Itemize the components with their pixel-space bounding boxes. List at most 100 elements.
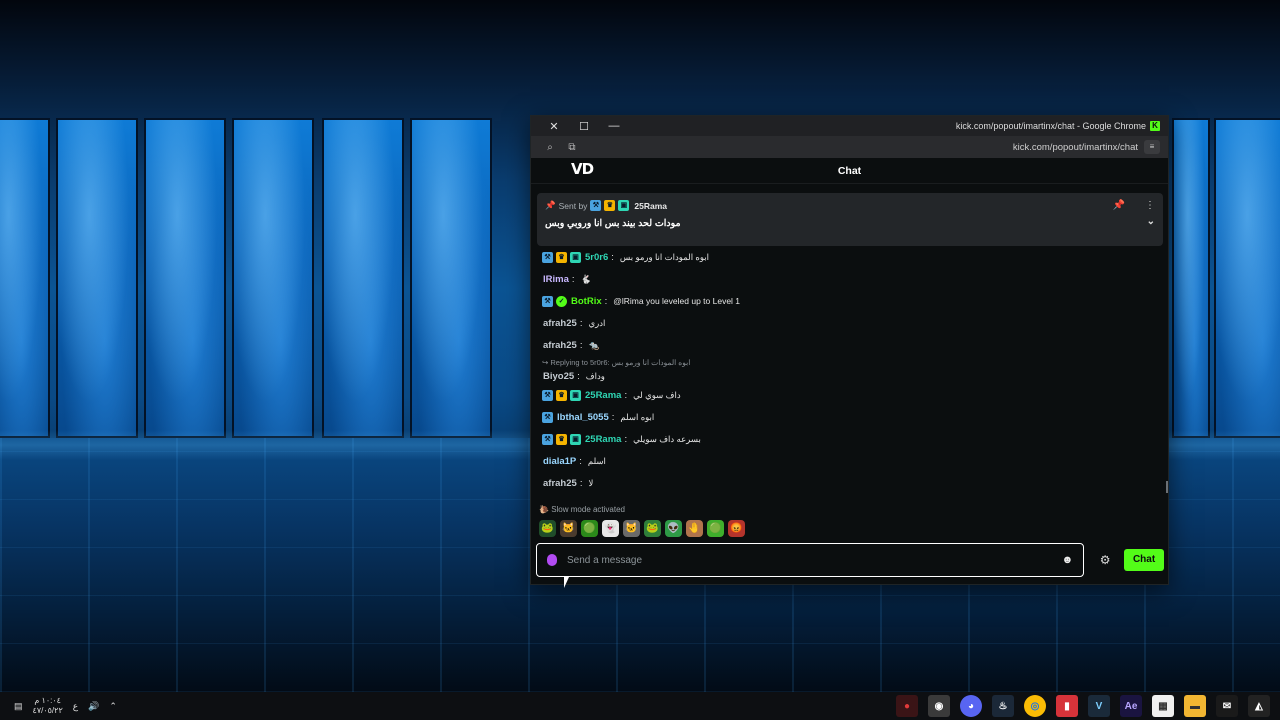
message-username[interactable]: afrah25: [543, 318, 577, 329]
slow-mode-text: Slow mode activated: [551, 505, 626, 514]
cast-icon[interactable]: ⧉: [561, 142, 583, 153]
file-explorer-icon[interactable]: ▬: [1184, 695, 1206, 717]
moderator-badge-icon: ⚒: [590, 200, 602, 211]
close-icon[interactable]: ✕: [539, 120, 569, 133]
vd-logo: VD: [571, 160, 594, 178]
more-options-icon[interactable]: ⋮: [1145, 200, 1155, 211]
message-list: ⚒ ♛ ▣ 5r0r6: ابوه المودات انا ورمو بس lR…: [537, 246, 1157, 494]
reply-text: Replying to 5r0r6: ابوه المودات انا ورمو…: [550, 357, 691, 367]
subscriber-badge-icon: ▣: [570, 251, 581, 263]
red-tool-icon[interactable]: ▮: [1056, 695, 1078, 717]
alien-emote-icon[interactable]: 👽: [665, 520, 682, 537]
language-indicator[interactable]: ع: [73, 701, 78, 712]
mail-icon[interactable]: ✉: [1216, 695, 1238, 717]
message-username[interactable]: BotRix: [571, 296, 602, 307]
scrollbar[interactable]: [1166, 481, 1168, 493]
subscriber-badge-icon: ▣: [570, 389, 581, 401]
message-text: ادري: [588, 317, 606, 328]
site-settings-icon[interactable]: ≡: [1144, 140, 1160, 154]
cat-emote-icon[interactable]: 🐱: [560, 520, 577, 537]
message-username[interactable]: 25Rama: [585, 434, 621, 445]
wallpaper-panel: [232, 118, 314, 438]
zoom-icon[interactable]: ⌕: [539, 142, 561, 153]
kick-emote-icon[interactable]: 🟢: [581, 520, 598, 537]
crown-badge-icon: ♛: [556, 433, 567, 445]
frog-emote-icon[interactable]: 🐸: [539, 520, 556, 537]
frog-green-emote-icon[interactable]: 🐸: [644, 520, 661, 537]
message-username[interactable]: diala1P: [543, 456, 576, 467]
unpin-icon[interactable]: 📌: [1113, 200, 1125, 211]
message-emote: 🐀: [588, 339, 600, 350]
message-text: وداف: [585, 370, 605, 381]
url-text[interactable]: kick.com/popout/imartinx/chat: [1013, 142, 1138, 153]
window-title-text: kick.com/popout/imartinx/chat - Google C…: [955, 121, 1146, 131]
chat-settings-gear-icon[interactable]: ⚙: [1098, 553, 1112, 567]
address-bar: ⌕ ⧉ kick.com/popout/imartinx/chat ≡: [531, 136, 1168, 158]
colon: :: [611, 251, 614, 263]
pinned-message[interactable]: 📌 Sent by ⚒ ♛ ▣ 25Rama 📌 ⋮ مودات لحد بين…: [537, 193, 1163, 246]
cat-face-emote-icon[interactable]: 🐱: [623, 520, 640, 537]
verified-badge-icon: ✓: [556, 295, 567, 307]
message-text: اسلم: [587, 455, 606, 466]
kick-logo-icon: K: [1150, 121, 1160, 131]
message-username[interactable]: Biyo25: [543, 371, 574, 382]
message-username[interactable]: afrah25: [543, 478, 577, 489]
send-chat-button[interactable]: Chat: [1124, 549, 1164, 571]
mic-icon[interactable]: [547, 554, 557, 566]
kick-green-emote-icon[interactable]: 🟢: [707, 520, 724, 537]
clock-time: ١٠:٠٤ م: [34, 696, 61, 705]
message-username[interactable]: 25Rama: [585, 390, 621, 401]
chrome-icon[interactable]: ◎: [1024, 695, 1046, 717]
message-username[interactable]: lRima: [543, 274, 569, 285]
title-bar: ✕ ☐ — kick.com/popout/imartinx/chat - Go…: [531, 116, 1168, 136]
pinned-user[interactable]: 25Rama: [634, 201, 667, 211]
wallpaper-panel: [1214, 118, 1280, 438]
message-text: ابوه اسلم: [620, 411, 655, 422]
wallpaper-panel: [1172, 118, 1210, 438]
pinned-apps: ● ◉ ◕ ♨ ◎ ▮ V Ae ▦ ▬ ✉ ◭: [896, 695, 1280, 717]
message-username[interactable]: afrah25: [543, 340, 577, 351]
notification-icon[interactable]: ▤: [14, 701, 23, 712]
ml-app-icon[interactable]: ◭: [1248, 695, 1270, 717]
chat-message: ⚒ lbthal_5055: ابوه اسلم: [537, 406, 1157, 428]
taskbar: ▤ ١٠:٠٤ م ٤٧/٠٥/٢٢ ع 🔊 ⌃ ● ◉ ◕ ♨ ◎ ▮ V A…: [0, 692, 1280, 720]
chat-message: afrah25: 🐀: [537, 334, 1157, 356]
colon: :: [579, 339, 583, 351]
vegas-icon[interactable]: V: [1088, 695, 1110, 717]
clock-date: ٤٧/٠٥/٢٢: [32, 706, 63, 715]
chat-message: ⚒ ✓ BotRix: @lRima you leveled up to Lev…: [537, 290, 1157, 312]
moderator-badge-icon: ⚒: [542, 411, 553, 423]
chevron-up-icon[interactable]: ⌃: [109, 701, 117, 712]
emoji-picker-icon[interactable]: ☻: [1062, 554, 1074, 566]
chat-message: Biyo25: وداف: [537, 368, 1157, 384]
chat-title: Chat: [837, 164, 862, 177]
steam-icon[interactable]: ♨: [992, 695, 1014, 717]
colon: :: [579, 477, 583, 489]
minimize-icon[interactable]: —: [599, 120, 629, 132]
message-placeholder[interactable]: Send a message: [567, 555, 642, 566]
slow-mode-notice: 🐌 Slow mode activated: [539, 505, 625, 514]
message-emote: 🐇: [580, 273, 592, 284]
after-effects-icon[interactable]: Ae: [1120, 695, 1142, 717]
message-username[interactable]: 5r0r6: [585, 252, 608, 263]
clock[interactable]: ١٠:٠٤ م ٤٧/٠٥/٢٢: [33, 696, 63, 716]
red-app-icon[interactable]: ●: [896, 695, 918, 717]
obs-icon[interactable]: ◉: [928, 695, 950, 717]
maximize-icon[interactable]: ☐: [569, 120, 599, 133]
volume-icon[interactable]: 🔊: [88, 701, 99, 712]
chat-message: lRima: 🐇: [537, 268, 1157, 290]
store-icon[interactable]: ▦: [1152, 695, 1174, 717]
wallpaper-panel: [322, 118, 404, 438]
message-text: لا: [588, 477, 594, 488]
moderator-badge-icon: ⚒: [542, 433, 553, 445]
moderator-badge-icon: ⚒: [542, 251, 553, 263]
hand-emote-icon[interactable]: 🤚: [686, 520, 703, 537]
chevron-down-icon[interactable]: ⌄: [1147, 216, 1155, 229]
discord-icon[interactable]: ◕: [960, 695, 982, 717]
moderator-badge-icon: ⚒: [542, 295, 553, 307]
message-username[interactable]: lbthal_5055: [557, 412, 609, 423]
ghost-emote-icon[interactable]: 👻: [602, 520, 619, 537]
reply-hint[interactable]: ↪ Replying to 5r0r6: ابوه المودات انا ور…: [537, 356, 1157, 368]
angry-emote-icon[interactable]: 😡: [728, 520, 745, 537]
message-input[interactable]: Send a message ☻: [536, 543, 1085, 577]
